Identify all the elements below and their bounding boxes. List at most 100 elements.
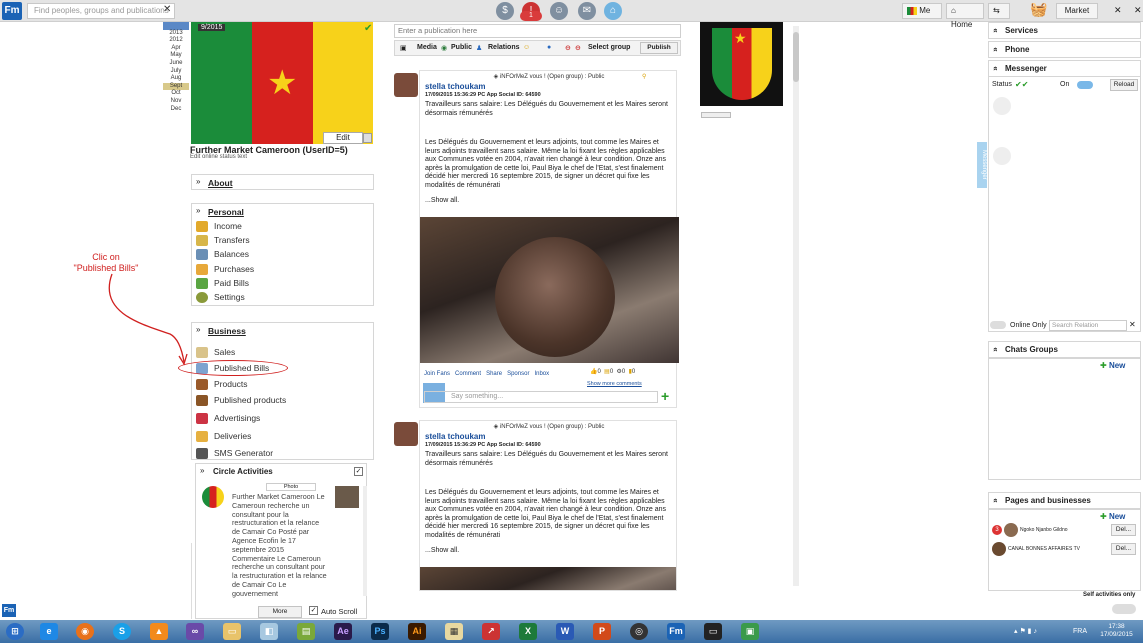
month-item[interactable]: May <box>163 52 189 60</box>
relations-icon[interactable]: ♟ <box>476 44 482 52</box>
reload-button[interactable]: Reload <box>1110 79 1138 91</box>
collapse-icon[interactable]: » <box>200 466 204 475</box>
app-icon[interactable]: ◧ <box>260 623 278 640</box>
collapse-icon[interactable]: » <box>196 325 200 334</box>
photo-tab[interactable]: Photo <box>266 483 316 491</box>
show-more-comments-link[interactable]: Show more comments <box>587 381 642 387</box>
month-item-selected[interactable]: Sept <box>163 82 189 91</box>
chat-icon[interactable]: ✉ <box>578 2 596 20</box>
collapse-icon[interactable]: » <box>196 177 200 186</box>
show-all-link[interactable]: ...Show all. <box>425 547 675 556</box>
show-all-link[interactable]: ...Show all. <box>425 197 675 206</box>
menu-balances[interactable]: Balances <box>196 247 249 261</box>
post-author[interactable]: stella tchoukam <box>425 82 485 91</box>
ie-icon[interactable]: e <box>40 623 58 640</box>
menu-paid-bills[interactable]: Paid Bills <box>196 276 249 290</box>
close-icon[interactable]: ✕ <box>1129 320 1136 329</box>
delete-page-button[interactable]: Del... <box>1111 543 1136 555</box>
post-author-avatar[interactable] <box>394 73 418 97</box>
phone-header[interactable]: Phone <box>988 41 1141 58</box>
market-button[interactable]: Market <box>1056 3 1098 19</box>
self-activities-toggle[interactable] <box>1112 604 1136 614</box>
image-pager[interactable] <box>701 112 731 118</box>
menu-published-products[interactable]: Published products <box>196 393 286 407</box>
group-icon[interactable]: ⊖ <box>565 44 571 52</box>
activity-thumbnail[interactable] <box>335 486 359 508</box>
app-icon[interactable]: ▣ <box>741 623 759 640</box>
notepad-icon[interactable]: ▤ <box>297 623 315 640</box>
month-item[interactable]: Dec <box>163 106 189 114</box>
chats-groups-header[interactable]: Chats Groups <box>988 341 1141 358</box>
chart-icon[interactable]: ↗ <box>482 623 500 640</box>
after-effects-icon[interactable]: Ae <box>334 623 352 640</box>
personal-title[interactable]: Personal <box>208 207 244 217</box>
system-clock[interactable]: 17:38 17/09/2015 <box>1094 623 1139 639</box>
online-only-toggle[interactable] <box>990 321 1006 329</box>
transfer-button[interactable]: ⇆ <box>988 3 1010 19</box>
month-item[interactable]: Oct <box>163 90 189 98</box>
vlc-icon[interactable]: ▲ <box>150 623 168 640</box>
app-logo[interactable]: Fm <box>2 2 22 20</box>
clear-search-icon[interactable]: ✕ <box>163 4 171 15</box>
monitor-icon[interactable]: ▭ <box>704 623 722 640</box>
about-title[interactable]: About <box>208 178 233 188</box>
media-label[interactable]: Media <box>417 44 437 51</box>
feed-scrollbar[interactable] <box>793 26 799 586</box>
public-label[interactable]: Public <box>451 44 472 51</box>
menu-settings[interactable]: Settings <box>196 290 245 304</box>
basket-icon[interactable]: 🧺 <box>1030 1 1047 18</box>
tray-icons[interactable]: ▴ ⚑ ▮ ♪ <box>1014 627 1037 635</box>
archive-icon[interactable]: ▦ <box>445 623 463 640</box>
me-button[interactable]: Me <box>902 3 942 19</box>
business-title[interactable]: Business <box>208 326 246 336</box>
money-icon[interactable]: $ <box>496 2 514 20</box>
online-status-hint[interactable]: Edit online status text <box>190 154 247 160</box>
menu-products[interactable]: Products <box>196 377 248 391</box>
visual-studio-icon[interactable]: ∞ <box>186 623 204 640</box>
search-input[interactable]: Find peoples, groups and publications <box>27 3 175 19</box>
month-item[interactable]: Apr <box>163 45 189 53</box>
month-item[interactable]: Aug <box>163 75 189 83</box>
year-item[interactable]: 2013 <box>163 30 189 38</box>
current-year-marker[interactable] <box>163 22 189 30</box>
services-header[interactable]: Services <box>988 22 1141 39</box>
media-icon[interactable]: ▣ <box>400 44 407 52</box>
activity-avatar[interactable] <box>202 486 224 508</box>
contact-avatar[interactable] <box>993 97 1011 115</box>
camera-icon[interactable] <box>363 133 372 143</box>
relations-label[interactable]: Relations <box>488 44 520 51</box>
messenger-side-tab[interactable]: Messenger <box>977 142 987 188</box>
globe-icon[interactable]: ◉ <box>441 44 447 52</box>
new-page-button[interactable]: ✚ New <box>1100 512 1125 521</box>
search-icon[interactable]: ⚲ <box>642 73 646 80</box>
firefox-icon[interactable]: ◉ <box>76 623 94 640</box>
skype-icon[interactable]: S <box>113 623 131 640</box>
excel-icon[interactable]: X <box>519 623 537 640</box>
menu-sms-generator[interactable]: SMS Generator <box>196 446 273 460</box>
delete-page-button[interactable]: Del... <box>1111 524 1136 536</box>
word-icon[interactable]: W <box>556 623 574 640</box>
menu-purchases[interactable]: Purchases <box>196 262 254 276</box>
search-relation-input[interactable]: Search Relation <box>1049 320 1127 331</box>
app-logo[interactable]: Fm <box>667 623 685 640</box>
month-item[interactable]: July <box>163 68 189 76</box>
post-author[interactable]: stella tchoukam <box>425 432 485 441</box>
post-author-avatar[interactable] <box>394 422 418 446</box>
close-icon[interactable]: ✕ <box>1114 5 1122 16</box>
collapse-icon[interactable]: » <box>196 206 200 215</box>
sponsor-link[interactable]: Sponsor <box>507 371 529 377</box>
post-image[interactable] <box>420 567 676 590</box>
start-icon[interactable]: ⊞ <box>6 623 24 640</box>
join-fans-link[interactable]: Join Fans <box>424 371 450 377</box>
new-chat-group-button[interactable]: ✚ New <box>1100 361 1125 370</box>
post-image[interactable] <box>420 217 679 363</box>
month-item[interactable]: June <box>163 60 189 68</box>
profile-cover-flag[interactable]: ★ <box>191 22 373 144</box>
circle-checkbox[interactable]: ✓ <box>354 467 363 476</box>
folder-icon[interactable]: ▭ <box>223 623 241 640</box>
publish-button[interactable]: Publish <box>640 42 678 54</box>
menu-advertisings[interactable]: Advertisings <box>196 411 260 425</box>
input-language[interactable]: FRA <box>1073 628 1087 635</box>
status-check-icon[interactable]: ✔✔ <box>1015 80 1028 89</box>
share-link[interactable]: Share <box>486 371 502 377</box>
